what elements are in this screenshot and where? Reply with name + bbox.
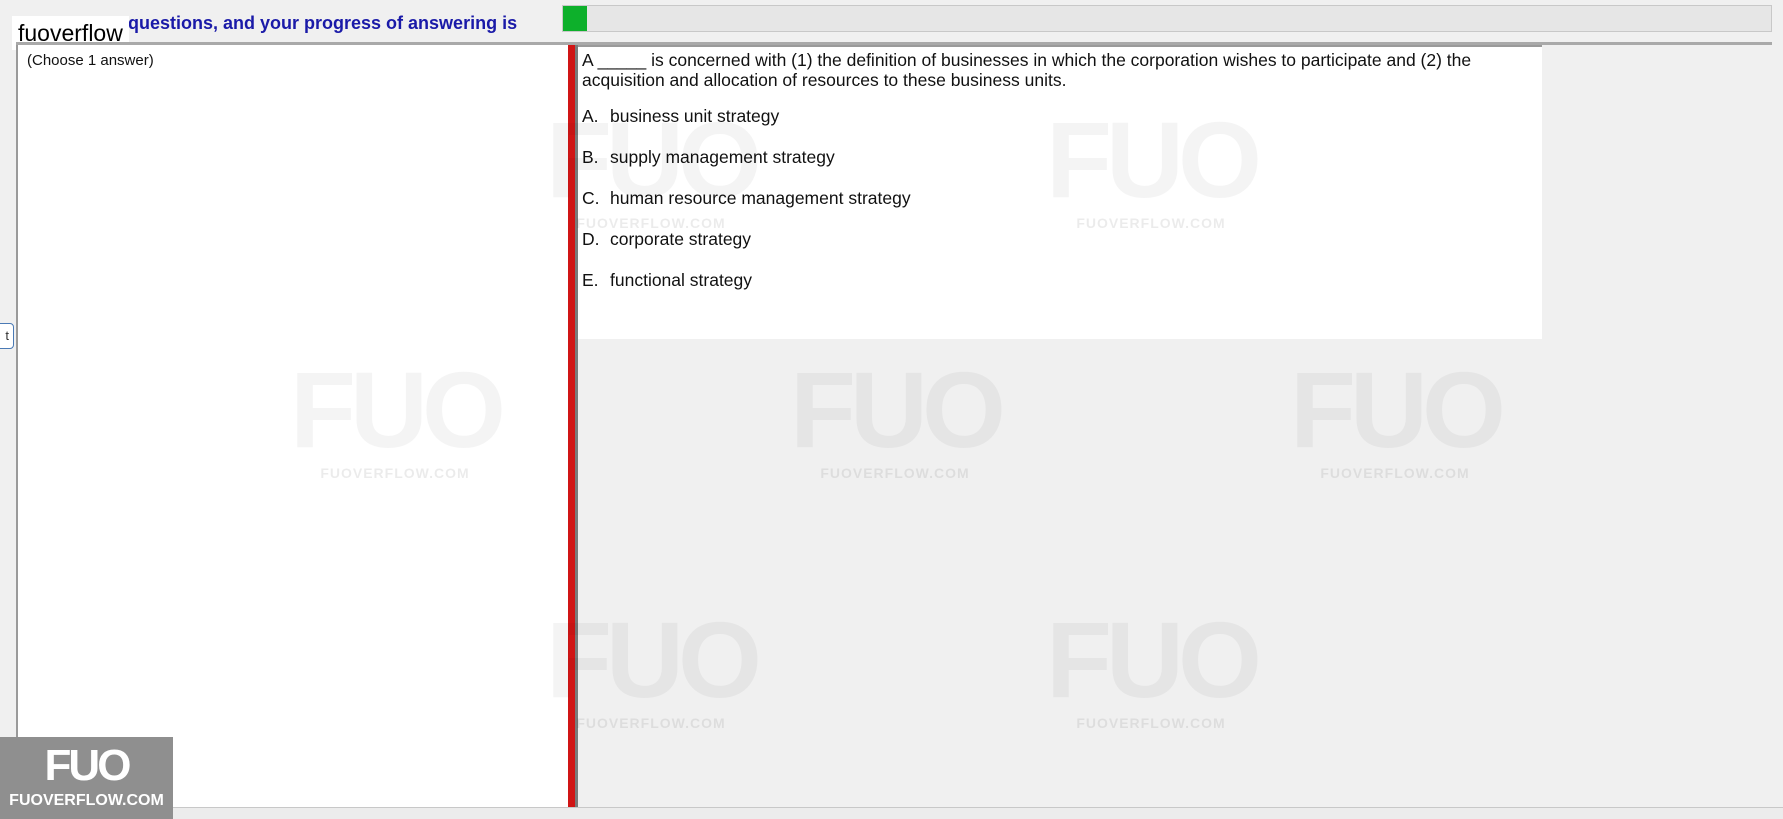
option-a[interactable]: A. business unit strategy [582,106,779,127]
option-letter: B. [582,147,599,167]
side-tab-handle[interactable]: t [0,323,14,349]
logo-wordmark: FUOVERFLOW.COM [9,792,164,809]
option-d[interactable]: D. corporate strategy [582,229,751,250]
option-letter: C. [582,188,600,208]
option-text: corporate strategy [610,229,752,249]
question-text: A _____ is concerned with (1) the defini… [582,50,1472,90]
progress-bar-fill [563,6,588,31]
progress-bar [562,5,1772,32]
option-text: functional strategy [610,270,753,290]
question-panel: A _____ is concerned with (1) the defini… [578,45,1542,339]
panel-splitter[interactable] [568,45,575,807]
empty-work-area [578,339,1772,807]
option-text: business unit strategy [610,106,780,126]
fuoverflow-logo: FUO FUOVERFLOW.COM [0,737,173,819]
option-e[interactable]: E. functional strategy [582,270,752,291]
option-letter: D. [582,229,600,249]
option-letter: A. [582,106,599,126]
option-letter: E. [582,270,599,290]
option-b[interactable]: B. supply management strategy [582,147,835,168]
bottom-bar [0,807,1783,819]
progress-text: questions, and your progress of answerin… [128,13,518,33]
logo-mark: FUO [44,741,132,790]
option-text: supply management strategy [610,147,835,167]
option-text: human resource management strategy [610,188,911,208]
choose-hint: (Choose 1 answer) [27,52,154,69]
answer-panel: (Choose 1 answer) [16,45,568,807]
option-c[interactable]: C. human resource management strategy [582,188,911,209]
top-bar: questions, and your progress of answerin… [0,0,1783,50]
